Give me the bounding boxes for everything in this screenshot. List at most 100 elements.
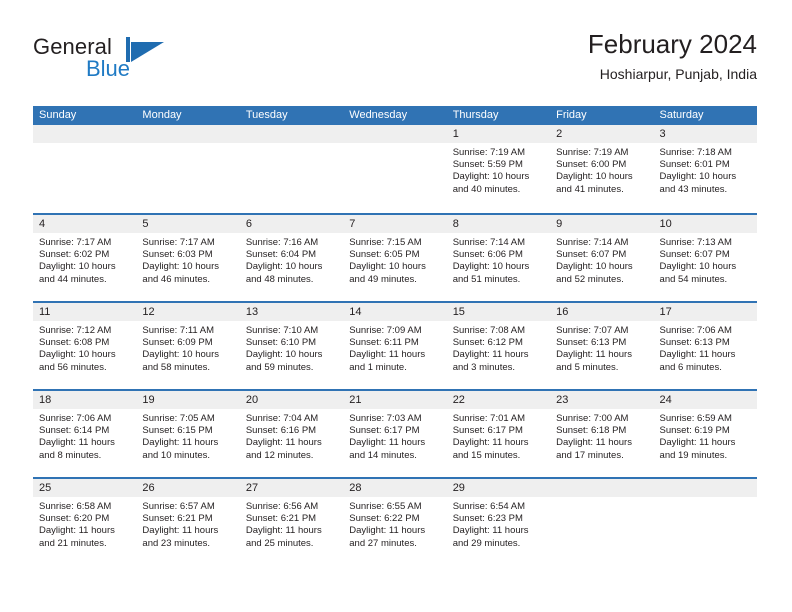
- daylight-text: and 3 minutes.: [452, 361, 516, 373]
- day-details: Sunrise: 7:07 AM Sunset: 6:13 PM Daylight:…: [550, 321, 653, 374]
- calendar-day-cell[interactable]: 7 Sunrise: 7:15 AM Sunset: 6:05 PM Daylight…: [343, 215, 447, 301]
- calendar-day-cell[interactable]: 17 Sunrise: 7:06 AM Sunset: 6:13 PM Dayligh…: [653, 303, 757, 389]
- day-number: 2: [556, 128, 563, 140]
- day-details: [136, 143, 239, 147]
- day-number: 23: [556, 394, 569, 406]
- sunrise-text: Sunrise: 7:06 AM: [39, 413, 112, 424]
- calendar-day-cell[interactable]: 18 Sunrise: 7:06 AM Sunset: 6:14 PM Dayligh…: [33, 391, 137, 477]
- daylight-text: Daylight: 11 hours: [245, 525, 322, 537]
- calendar-day-cell[interactable]: 29 Sunrise: 6:54 AM Sunset: 6:23 PM Dayligh…: [446, 479, 551, 565]
- day-number-band: 21: [343, 391, 447, 409]
- day-number-band: 17: [653, 303, 757, 321]
- calendar-day-cell[interactable]: 2 Sunrise: 7:19 AM Sunset: 6:00 PM Daylight…: [550, 125, 654, 213]
- logo-text-blue: Blue: [86, 56, 131, 81]
- sunset-text: Sunset: 6:20 PM: [39, 513, 110, 525]
- day-details: Sunrise: 7:16 AM Sunset: 6:04 PM Daylight:…: [240, 233, 343, 286]
- day-details: Sunrise: 7:00 AM Sunset: 6:18 PM Daylight:…: [550, 409, 653, 462]
- daylight-text: and 29 minutes.: [452, 537, 521, 549]
- daylight-text: Daylight: 10 hours: [142, 261, 219, 273]
- day-number: 29: [452, 482, 465, 494]
- day-number-band: 1: [446, 125, 551, 143]
- day-number-band: 14: [343, 303, 447, 321]
- calendar-page: General Blue February 2024 Hoshiarpur, P…: [0, 0, 792, 612]
- calendar-day-cell[interactable]: 26 Sunrise: 6:57 AM Sunset: 6:21 PM Dayligh…: [136, 479, 240, 565]
- calendar-day-cell[interactable]: 23 Sunrise: 7:00 AM Sunset: 6:18 PM Dayligh…: [550, 391, 654, 477]
- day-number: 4: [39, 218, 46, 230]
- sunset-text: Sunset: 6:18 PM: [556, 425, 627, 437]
- calendar-day-cell[interactable]: 24 Sunrise: 6:59 AM Sunset: 6:19 PM Dayligh…: [653, 391, 757, 477]
- calendar-day-cell[interactable]: 5 Sunrise: 7:17 AM Sunset: 6:03 PM Daylight…: [136, 215, 240, 301]
- day-number-band: 12: [136, 303, 240, 321]
- calendar-day-cell[interactable]: 25 Sunrise: 6:58 AM Sunset: 6:20 PM Dayligh…: [33, 479, 137, 565]
- calendar-grid: Sunday Monday Tuesday Wednesday Thursday Frid…: [33, 106, 757, 565]
- sunrise-text: Sunrise: 7:03 AM: [349, 413, 422, 424]
- day-number-band: 26: [136, 479, 240, 497]
- day-number-band: 15: [446, 303, 551, 321]
- day-number-band: 18: [33, 391, 137, 409]
- calendar-day-cell[interactable]: 14 Sunrise: 7:09 AM Sunset: 6:11 PM Dayligh…: [343, 303, 447, 389]
- calendar-day-cell[interactable]: 19 Sunrise: 7:05 AM Sunset: 6:15 PM Dayligh…: [136, 391, 240, 477]
- day-details: [33, 143, 136, 147]
- calendar-week-row: 11 Sunrise: 7:12 AM Sunset: 6:08 PM Dayligh…: [33, 301, 757, 389]
- sunrise-text: Sunrise: 7:14 AM: [556, 237, 629, 248]
- day-details: [550, 497, 653, 501]
- calendar-day-cell[interactable]: 22 Sunrise: 7:01 AM Sunset: 6:17 PM Dayligh…: [446, 391, 551, 477]
- calendar-day-cell[interactable]: 4 Sunrise: 7:17 AM Sunset: 6:02 PM Daylight…: [33, 215, 137, 301]
- day-number-band: 16: [550, 303, 654, 321]
- calendar-week-row: 4 Sunrise: 7:17 AM Sunset: 6:02 PM Daylight…: [33, 213, 757, 301]
- calendar-day-cell[interactable]: 28 Sunrise: 6:55 AM Sunset: 6:22 PM Dayligh…: [343, 479, 447, 565]
- calendar-week-row: 18 Sunrise: 7:06 AM Sunset: 6:14 PM Dayligh…: [33, 389, 757, 477]
- calendar-day-cell[interactable]: 13 Sunrise: 7:10 AM Sunset: 6:10 PM Dayligh…: [239, 303, 344, 389]
- daylight-text: and 40 minutes.: [452, 183, 521, 195]
- day-number: 15: [452, 306, 465, 318]
- sunset-text: Sunset: 6:07 PM: [659, 249, 730, 261]
- calendar-day-cell[interactable]: 15 Sunrise: 7:08 AM Sunset: 6:12 PM Dayligh…: [446, 303, 551, 389]
- calendar-day-cell[interactable]: 10 Sunrise: 7:13 AM Sunset: 6:07 PM Dayligh…: [653, 215, 757, 301]
- calendar-day-cell[interactable]: 21 Sunrise: 7:03 AM Sunset: 6:17 PM Dayligh…: [343, 391, 447, 477]
- weekday-header-row: Sunday Monday Tuesday Wednesday Thursday Frid…: [33, 106, 757, 125]
- sunset-text: Sunset: 6:07 PM: [556, 249, 627, 261]
- daylight-text: and 49 minutes.: [349, 273, 417, 285]
- calendar-day-cell[interactable]: 12 Sunrise: 7:11 AM Sunset: 6:09 PM Dayligh…: [136, 303, 240, 389]
- daylight-text: Daylight: 11 hours: [556, 349, 632, 361]
- calendar-day-cell[interactable]: 6 Sunrise: 7:16 AM Sunset: 6:04 PM Daylight…: [239, 215, 344, 301]
- calendar-day-cell[interactable]: 3 Sunrise: 7:18 AM Sunset: 6:01 PM Daylight…: [653, 125, 757, 213]
- sunset-text: Sunset: 6:10 PM: [245, 337, 317, 349]
- day-number-band: 24: [653, 391, 757, 409]
- day-number: 17: [659, 306, 672, 318]
- day-number-band: 20: [239, 391, 344, 409]
- day-number-band: 8: [446, 215, 551, 233]
- daylight-text: Daylight: 11 hours: [452, 525, 529, 537]
- day-number: 24: [659, 394, 672, 406]
- daylight-text: Daylight: 11 hours: [142, 437, 219, 449]
- calendar-day-cell[interactable]: 20 Sunrise: 7:04 AM Sunset: 6:16 PM Dayligh…: [239, 391, 344, 477]
- calendar-day-cell[interactable]: 8 Sunrise: 7:14 AM Sunset: 6:06 PM Daylight…: [446, 215, 551, 301]
- day-number-band: 19: [136, 391, 240, 409]
- day-number: 10: [659, 218, 672, 230]
- daylight-text: and 12 minutes.: [245, 449, 314, 461]
- daylight-text: Daylight: 10 hours: [142, 349, 219, 361]
- day-number: 6: [245, 218, 252, 230]
- day-number-band: 9: [550, 215, 654, 233]
- calendar-day-cell[interactable]: 27 Sunrise: 6:56 AM Sunset: 6:21 PM Dayligh…: [239, 479, 344, 565]
- day-details: Sunrise: 7:11 AM Sunset: 6:09 PM Daylight:…: [136, 321, 239, 374]
- daylight-text: Daylight: 11 hours: [349, 525, 426, 537]
- calendar-day-cell[interactable]: 9 Sunrise: 7:14 AM Sunset: 6:07 PM Daylight…: [550, 215, 654, 301]
- general-blue-logo[interactable]: General Blue: [33, 34, 223, 88]
- daylight-text: and 46 minutes.: [142, 273, 211, 285]
- day-number: 1: [452, 128, 459, 140]
- calendar-day-cell[interactable]: 1 Sunrise: 7:19 AM Sunset: 5:59 PM Daylight…: [446, 125, 551, 213]
- daylight-text: Daylight: 11 hours: [245, 437, 322, 449]
- daylight-text: Daylight: 10 hours: [245, 349, 323, 361]
- daylight-text: and 54 minutes.: [659, 273, 728, 285]
- daylight-text: Daylight: 11 hours: [659, 437, 736, 449]
- calendar-day-cell[interactable]: 16 Sunrise: 7:07 AM Sunset: 6:13 PM Dayligh…: [550, 303, 654, 389]
- weekday-header-friday: Friday: [556, 109, 587, 121]
- daylight-text: Daylight: 10 hours: [556, 261, 633, 273]
- sunrise-text: Sunrise: 7:15 AM: [349, 237, 422, 248]
- day-details: Sunrise: 6:56 AM Sunset: 6:21 PM Daylight:…: [240, 497, 343, 550]
- daylight-text: and 48 minutes.: [245, 273, 314, 285]
- calendar-day-cell[interactable]: 11 Sunrise: 7:12 AM Sunset: 6:08 PM Dayligh…: [33, 303, 137, 389]
- daylight-text: and 1 minute.: [349, 361, 407, 373]
- day-details: Sunrise: 7:19 AM Sunset: 5:59 PM Daylight:…: [447, 143, 550, 196]
